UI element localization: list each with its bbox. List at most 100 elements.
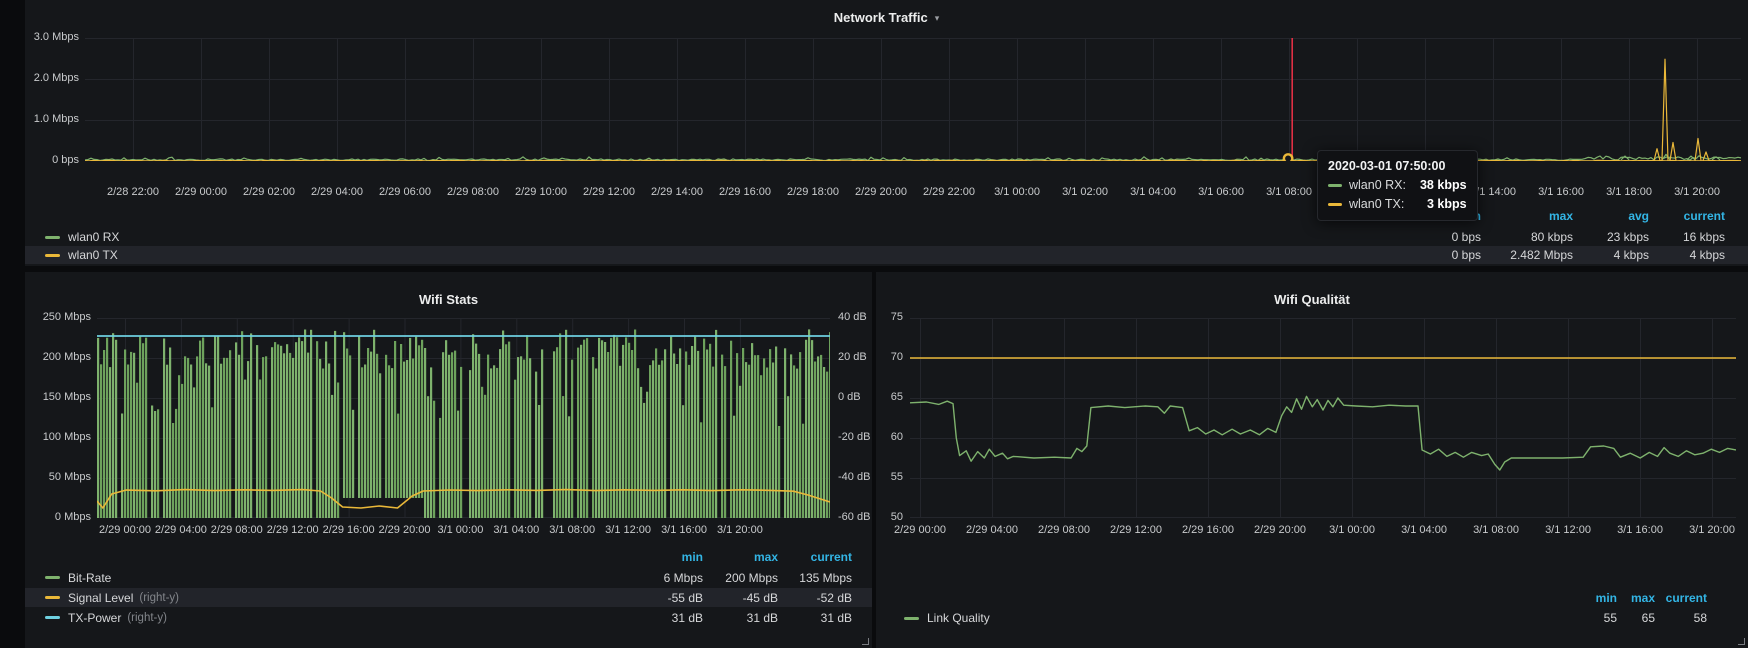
legend-series-name[interactable]: wlan0 TX — [68, 248, 118, 262]
legend-stat-value: 4 kbps — [1649, 248, 1725, 262]
x-tick-label: 2/29 16:00 — [709, 186, 781, 199]
legend-header-avg[interactable]: avg — [1573, 209, 1649, 223]
legend-header-current[interactable]: current — [1649, 209, 1725, 223]
y-tick-label: 50 Mbps — [25, 471, 91, 484]
panel-title: Wifi Qualität — [1274, 292, 1350, 307]
tooltip-timestamp: 2020-03-01 07:50:00 — [1328, 159, 1467, 173]
legend-header-row: minmaxcurrent — [876, 590, 1748, 606]
y-tick-label: 150 Mbps — [25, 391, 91, 404]
panel-resize-handle[interactable] — [1738, 638, 1745, 645]
x-tick-label: 2/29 04:00 — [956, 524, 1028, 537]
x-tick-label: 3/1 20:00 — [1661, 186, 1733, 199]
panel-header-wifi-stats[interactable]: Wifi Stats — [25, 284, 872, 314]
tooltip-series-value: 3 kbps — [1413, 197, 1467, 211]
y-tick-label: 200 Mbps — [25, 351, 91, 364]
y-tick-label: 60 — [876, 431, 903, 444]
x-tick-label: 3/1 20:00 — [1676, 524, 1748, 537]
y-tick-label: 70 — [876, 351, 903, 364]
x-tick-label: 2/29 22:00 — [913, 186, 985, 199]
panel-header-network-traffic[interactable]: Network Traffic ▾ — [25, 2, 1748, 32]
x-tick-label: 2/29 18:00 — [777, 186, 849, 199]
legend-color-dash[interactable] — [45, 254, 60, 257]
tooltip-row-wlan0-tx: wlan0 TX: 3 kbps — [1328, 197, 1467, 211]
x-tick-label: 3/1 20:00 — [704, 524, 776, 537]
legend-header-row: minmaxcurrent — [25, 549, 872, 565]
x-tick-label: 3/1 04:00 — [1117, 186, 1189, 199]
y-tick-label: -40 dB — [838, 471, 872, 484]
legend-stat-value: 0 bps — [1401, 230, 1481, 244]
legend-stat-value: 65 — [1617, 611, 1655, 625]
tooltip-series-label: wlan0 TX: — [1349, 197, 1404, 211]
chevron-down-icon[interactable]: ▾ — [935, 13, 940, 24]
legend-header-min[interactable]: min — [633, 550, 703, 564]
legend-stat-value: -52 dB — [778, 591, 852, 605]
y-tick-label: 1.0 Mbps — [25, 113, 79, 126]
panel-title: Wifi Stats — [419, 292, 478, 307]
legend-series-name[interactable]: Bit-Rate — [68, 571, 111, 585]
legend-stat-value: 31 dB — [633, 611, 703, 625]
legend-header-row: minmaxavgcurrent — [25, 208, 1748, 224]
tooltip-series-value: 38 kbps — [1406, 178, 1467, 192]
legend-stat-value: 23 kbps — [1573, 230, 1649, 244]
legend-color-dash[interactable] — [45, 576, 60, 579]
tooltip-row-wlan0-rx: wlan0 RX: 38 kbps — [1328, 178, 1467, 192]
legend-color-dash[interactable] — [45, 596, 60, 599]
legend-stat-value: 0 bps — [1401, 248, 1481, 262]
x-tick-label: 3/1 16:00 — [1604, 524, 1676, 537]
legend-row-wlan0-tx[interactable]: wlan0 TX0 bps2.482 Mbps4 kbps4 kbps — [25, 246, 1748, 264]
x-tick-label: 2/29 16:00 — [1172, 524, 1244, 537]
network-traffic-chart-area[interactable] — [85, 38, 1741, 161]
legend-stat-value: -45 dB — [703, 591, 778, 605]
legend-series-name[interactable]: Signal Level — [68, 591, 133, 605]
legend-stat-value: 2.482 Mbps — [1481, 248, 1573, 262]
y-tick-label: 20 dB — [838, 351, 872, 364]
legend-axis-suffix: (right-y) — [139, 592, 179, 604]
x-tick-label: 2/29 20:00 — [845, 186, 917, 199]
y-tick-label: 2.0 Mbps — [25, 72, 79, 85]
x-tick-label: 2/29 14:00 — [641, 186, 713, 199]
x-tick-label: 2/29 08:00 — [437, 186, 509, 199]
legend-color-dash[interactable] — [45, 616, 60, 619]
x-tick-label: 3/1 16:00 — [1525, 186, 1597, 199]
legend-stat-value: 135 Mbps — [778, 571, 852, 585]
panel-resize-handle[interactable] — [862, 638, 869, 645]
legend-header-min[interactable]: min — [1577, 591, 1617, 605]
y-tick-label: -20 dB — [838, 431, 872, 444]
wifi-quality-chart-area[interactable] — [910, 318, 1736, 518]
legend-row-signal-level[interactable]: Signal Level(right-y)-55 dB-45 dB-52 dB — [25, 588, 872, 607]
x-tick-label: 2/29 20:00 — [1244, 524, 1316, 537]
legend-stat-value: 31 dB — [703, 611, 778, 625]
legend-header-max[interactable]: max — [703, 550, 778, 564]
y-tick-label: 65 — [876, 391, 903, 404]
tooltip-series-label: wlan0 RX: — [1349, 178, 1406, 192]
chart-tooltip: 2020-03-01 07:50:00 wlan0 RX: 38 kbps wl… — [1317, 150, 1478, 221]
legend-series-name[interactable]: Link Quality — [927, 611, 990, 625]
x-tick-label: 3/1 08:00 — [1253, 186, 1325, 199]
x-tick-label: 2/29 10:00 — [505, 186, 577, 199]
legend-series-name[interactable]: wlan0 RX — [68, 230, 119, 244]
y-tick-label: 0 Mbps — [25, 511, 91, 524]
x-tick-label: 2/29 04:00 — [301, 186, 373, 199]
legend-color-dash[interactable] — [904, 617, 919, 620]
legend-row-link-quality[interactable]: Link Quality556558 — [876, 609, 1748, 627]
legend-axis-suffix: (right-y) — [127, 612, 167, 624]
legend-color-dash[interactable] — [45, 236, 60, 239]
y-tick-label: -60 dB — [838, 511, 872, 524]
x-tick-label: 3/1 02:00 — [1049, 186, 1121, 199]
x-tick-label: 3/1 00:00 — [1316, 524, 1388, 537]
legend-row-wlan0-rx[interactable]: wlan0 RX0 bps80 kbps23 kbps16 kbps — [25, 228, 1748, 246]
legend-header-max[interactable]: max — [1481, 209, 1573, 223]
legend-header-current[interactable]: current — [778, 550, 852, 564]
legend-header-current[interactable]: current — [1655, 591, 1707, 605]
wifi-stats-chart-area[interactable] — [97, 318, 830, 518]
y-tick-label: 50 — [876, 511, 903, 524]
legend-header-max[interactable]: max — [1617, 591, 1655, 605]
x-tick-label: 2/29 08:00 — [1028, 524, 1100, 537]
legend-row-tx-power[interactable]: TX-Power(right-y)31 dB31 dB31 dB — [25, 608, 872, 627]
x-tick-label: 3/1 00:00 — [981, 186, 1053, 199]
wifi-quality-chart-svg — [910, 318, 1736, 518]
legend-row-bit-rate[interactable]: Bit-Rate6 Mbps200 Mbps135 Mbps — [25, 568, 872, 587]
panel-header-wifi-quality[interactable]: Wifi Qualität — [876, 284, 1748, 314]
x-tick-label: 2/29 02:00 — [233, 186, 305, 199]
legend-series-name[interactable]: TX-Power — [68, 611, 121, 625]
